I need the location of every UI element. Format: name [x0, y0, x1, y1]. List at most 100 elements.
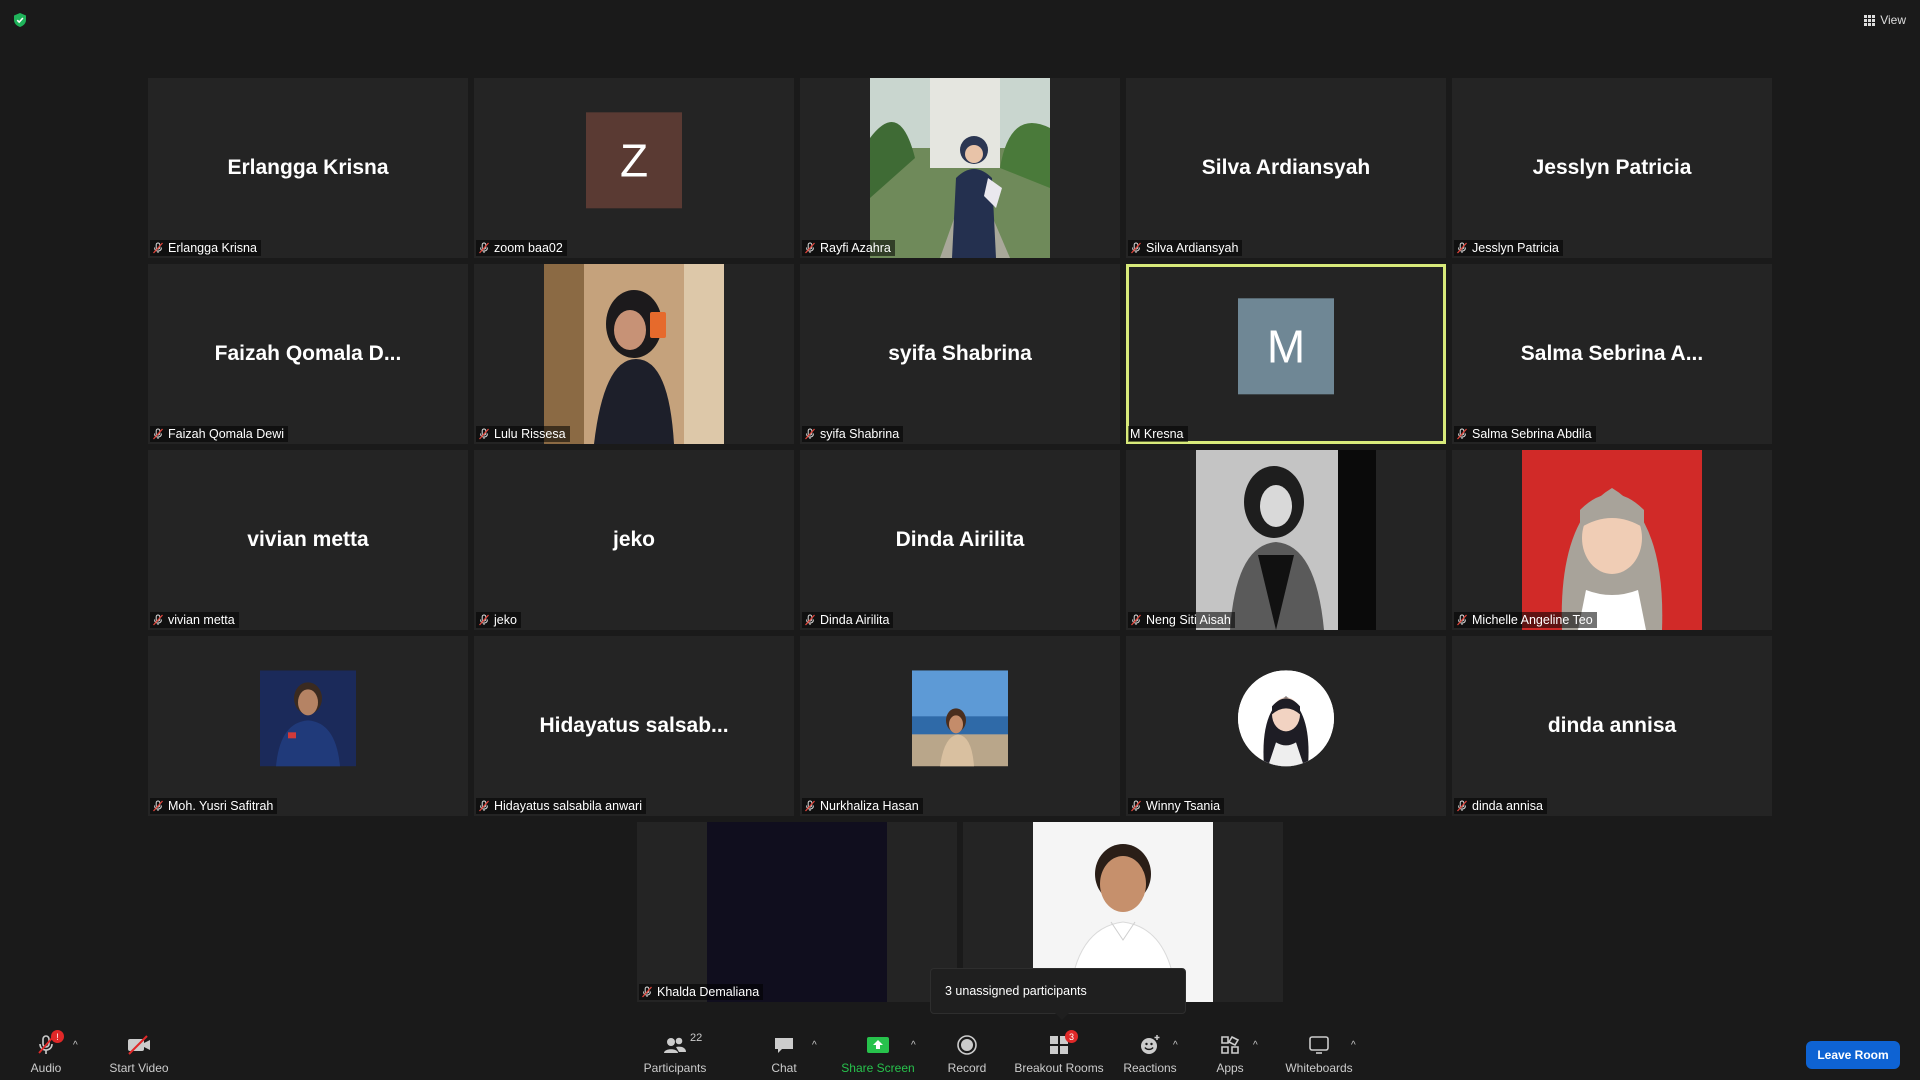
breakout-tooltip: 3 unassigned participants	[930, 968, 1186, 1020]
view-label: View	[1880, 13, 1906, 27]
tooltip-text: 3 unassigned participants	[945, 984, 1087, 998]
mic-muted-icon	[479, 800, 489, 812]
participant-name: Khalda Demaliana	[657, 985, 760, 999]
participant-tile[interactable]: Zzoom baa02	[474, 78, 794, 258]
participant-name: jeko	[494, 613, 517, 627]
participant-name-label: Moh. Yusri Safitrah	[150, 798, 278, 814]
avatar-letter: Z	[586, 112, 682, 209]
participant-name-label: jeko	[476, 612, 521, 628]
participant-name-label: Lulu Rissesa	[476, 426, 570, 442]
participant-display-name: Faizah Qomala D...	[214, 342, 402, 365]
mic-muted-icon	[1131, 614, 1141, 626]
participant-tile[interactable]: Khalda Demaliana	[637, 822, 957, 1002]
participant-name: Rayfi Azahra	[820, 241, 891, 255]
participant-photo	[870, 78, 1050, 258]
participant-tile[interactable]: dinda annisa dinda annisa	[1452, 636, 1772, 816]
chat-icon	[773, 1034, 795, 1056]
record-label: Record	[947, 1061, 987, 1075]
gallery-row: vivian metta vivian metta jeko jeko Dinda Ai…	[147, 450, 1773, 630]
participant-tile[interactable]: Nurkhaliza Hasan	[800, 636, 1120, 816]
participant-display-name: Dinda Airilita	[895, 528, 1025, 551]
participant-tile[interactable]: Faizah Qomala D... Faizah Qomala Dewi	[148, 264, 468, 444]
participant-display-name: jeko	[612, 528, 656, 551]
reactions-button[interactable]: Reactions	[1123, 1022, 1177, 1080]
participant-name: Hidayatus salsabila anwari	[494, 799, 642, 813]
reactions-icon	[1139, 1034, 1161, 1056]
share-screen-button[interactable]: Share Screen	[838, 1022, 918, 1080]
participant-tile[interactable]: vivian metta vivian metta	[148, 450, 468, 630]
participants-label: Participants	[643, 1061, 707, 1075]
whiteboard-icon	[1308, 1034, 1330, 1056]
share-screen-label: Share Screen	[841, 1061, 915, 1075]
mic-muted-icon	[805, 614, 815, 626]
participant-tile[interactable]: Neng Siti Aisah	[1126, 450, 1446, 630]
breakout-rooms-button[interactable]: 3 Breakout Rooms	[1012, 1022, 1106, 1080]
participant-tile[interactable]: Lulu Rissesa	[474, 264, 794, 444]
participant-name-label: Winny Tsania	[1128, 798, 1225, 814]
participant-tile[interactable]: Jesslyn Patricia Jesslyn Patricia	[1452, 78, 1772, 258]
participant-tile[interactable]: Winny Tsania	[1126, 636, 1446, 816]
mic-muted-icon	[805, 800, 815, 812]
security-shield-icon[interactable]	[12, 12, 28, 28]
audio-alert-badge: !	[51, 1030, 64, 1043]
participant-tile[interactable]: Salma Sebrina A... Salma Sebrina Abdila	[1452, 264, 1772, 444]
participants-button[interactable]: 22 Participants	[640, 1022, 710, 1080]
chat-label: Chat	[771, 1061, 797, 1075]
mic-muted-icon	[479, 614, 489, 626]
gallery-row: Erlangga Krisna Erlangga Krisna Zzoom baa0…	[147, 78, 1773, 258]
participant-name-label: zoom baa02	[476, 240, 567, 256]
whiteboards-options-caret-icon[interactable]: ^	[1351, 1040, 1356, 1051]
mic-muted-icon	[1457, 800, 1467, 812]
participant-tile[interactable]: M M Kresna	[1126, 264, 1446, 444]
reactions-options-caret-icon[interactable]: ^	[1173, 1040, 1178, 1051]
apps-icon	[1219, 1034, 1241, 1056]
start-video-label: Start Video	[109, 1061, 169, 1075]
reactions-label: Reactions	[1123, 1061, 1177, 1075]
apps-button[interactable]: Apps	[1210, 1022, 1250, 1080]
participant-tile[interactable]: Michelle Angeline Teo	[1452, 450, 1772, 630]
participant-tile[interactable]: Erlangga Krisna Erlangga Krisna	[148, 78, 468, 258]
grid-view-icon	[1864, 14, 1876, 26]
participant-tile[interactable]: Silva Ardiansyah Silva Ardiansyah	[1126, 78, 1446, 258]
audio-options-caret-icon[interactable]: ^	[73, 1040, 78, 1051]
whiteboards-button[interactable]: Whiteboards	[1282, 1022, 1356, 1080]
participant-display-name: vivian metta	[247, 528, 369, 551]
mic-muted-icon	[153, 614, 163, 626]
view-button[interactable]: View	[1864, 10, 1906, 30]
participant-photo	[1522, 450, 1702, 630]
chat-options-caret-icon[interactable]: ^	[812, 1040, 817, 1051]
participant-name: Neng Siti Aisah	[1146, 613, 1231, 627]
mic-muted-icon	[805, 428, 815, 440]
start-video-button[interactable]: Start Video	[106, 1022, 172, 1080]
participant-tile[interactable]: Dinda Airilita Dinda Airilita	[800, 450, 1120, 630]
chat-button[interactable]: Chat	[764, 1022, 804, 1080]
mic-muted-icon	[1457, 428, 1467, 440]
leave-room-button[interactable]: Leave Room	[1806, 1041, 1900, 1069]
participant-avatar	[1238, 670, 1334, 767]
record-button[interactable]: Record	[942, 1022, 992, 1080]
microphone-muted-icon: !	[36, 1030, 64, 1056]
participant-name: Michelle Angeline Teo	[1472, 613, 1593, 627]
participant-tile[interactable]: jeko jeko	[474, 450, 794, 630]
participant-name-label: syifa Shabrina	[802, 426, 904, 442]
mic-muted-icon	[1131, 800, 1141, 812]
participant-name: Nurkhaliza Hasan	[820, 799, 919, 813]
participant-name-label: Rayfi Azahra	[802, 240, 895, 256]
share-options-caret-icon[interactable]: ^	[911, 1040, 916, 1051]
participant-display-name: Erlangga Krisna	[227, 156, 389, 179]
participant-tile[interactable]: Moh. Yusri Safitrah	[148, 636, 468, 816]
audio-button[interactable]: ! Audio	[28, 1022, 64, 1080]
participant-name: M Kresna	[1130, 427, 1184, 441]
participant-display-name: Jesslyn Patricia	[1532, 156, 1692, 179]
participant-display-name: Silva Ardiansyah	[1201, 156, 1371, 179]
breakout-rooms-label: Breakout Rooms	[1014, 1061, 1104, 1075]
participant-tile[interactable]: Rayfi Azahra	[800, 78, 1120, 258]
apps-label: Apps	[1216, 1061, 1244, 1075]
apps-options-caret-icon[interactable]: ^	[1253, 1040, 1258, 1051]
mic-muted-icon	[479, 242, 489, 254]
participant-tile[interactable]: Hidayatus salsab... Hidayatus salsabila a…	[474, 636, 794, 816]
participant-name: Faizah Qomala Dewi	[168, 427, 285, 441]
participant-display-name: dinda annisa	[1547, 714, 1677, 737]
participant-tile[interactable]: syifa Shabrina syifa Shabrina	[800, 264, 1120, 444]
participant-name-label: vivian metta	[150, 612, 239, 628]
